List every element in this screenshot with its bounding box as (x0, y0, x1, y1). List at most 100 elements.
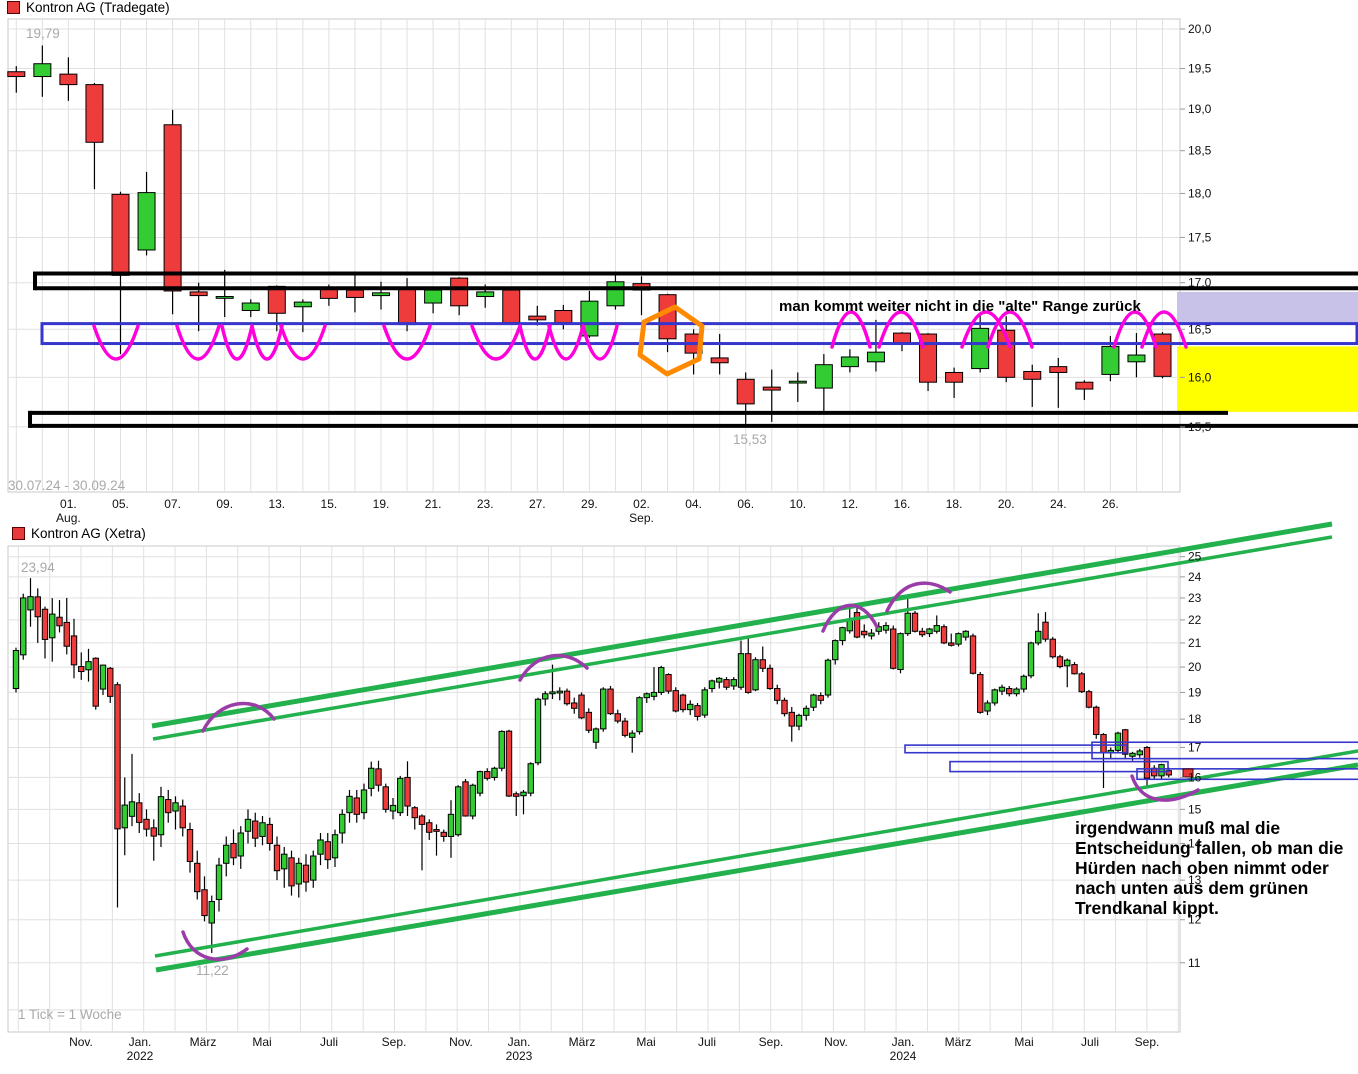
candle (318, 833, 323, 865)
candle-body (956, 634, 961, 645)
candle-body (202, 890, 207, 916)
x-axis-month-label: Sep. (629, 511, 654, 525)
candle-body (485, 772, 490, 779)
candle (1072, 662, 1077, 674)
x-axis-label: 26. (1102, 497, 1119, 511)
candle (282, 847, 287, 888)
candle-body (963, 631, 968, 637)
candle (555, 305, 572, 329)
candle (825, 658, 830, 697)
candle-body (253, 821, 258, 838)
candle (434, 824, 439, 855)
candle-body (173, 803, 178, 811)
candle-body (934, 626, 939, 632)
candle-body (920, 631, 925, 634)
candle (731, 677, 736, 690)
candle (579, 692, 584, 719)
candle (470, 784, 475, 820)
y-axis-label: 15 (1188, 802, 1202, 816)
candle (34, 45, 51, 96)
candle (564, 689, 569, 706)
candle (717, 677, 722, 688)
candle (311, 851, 316, 888)
candle (557, 687, 562, 700)
candle (1101, 733, 1106, 788)
candle-body (274, 845, 279, 870)
x-axis-year-label: 2023 (506, 1049, 533, 1063)
candle-body (1065, 660, 1070, 666)
candle-body (100, 665, 105, 689)
candle (477, 771, 482, 797)
candle-body (354, 798, 359, 814)
candle-body (869, 633, 874, 636)
x-axis-label: 16. (894, 497, 911, 511)
candle (1007, 686, 1012, 696)
candle-body (883, 626, 888, 631)
candle-body (86, 85, 103, 143)
candle-body (659, 668, 664, 693)
candle (1128, 333, 1145, 377)
candle (347, 790, 352, 823)
y-axis-label: 18 (1188, 712, 1202, 726)
tradegate-high-label: 19,79 (26, 26, 60, 41)
candle (695, 703, 700, 721)
x-axis-label: März (945, 1035, 972, 1049)
candle-body (86, 662, 91, 670)
x-axis-label: Mai (1014, 1035, 1033, 1049)
plot-frame (8, 546, 1180, 1032)
candle-body (448, 814, 453, 836)
candle (340, 809, 345, 843)
candle (811, 694, 816, 711)
candle-body (238, 833, 243, 856)
candle-body (894, 333, 911, 343)
candle (50, 598, 55, 662)
candle (158, 787, 163, 847)
candle (934, 615, 939, 633)
candle-body (347, 796, 352, 812)
candle-body (463, 782, 468, 816)
candle-body (398, 778, 403, 812)
candle (949, 634, 954, 647)
y-axis-label: 19,5 (1188, 62, 1212, 76)
candle-body (1014, 689, 1019, 694)
candle (216, 858, 221, 912)
candle-body (854, 613, 859, 638)
candle-body (978, 675, 983, 713)
candle-body (753, 660, 758, 690)
candle (1057, 655, 1062, 668)
candle-body (615, 714, 620, 721)
candle (376, 761, 381, 792)
candle (615, 710, 620, 724)
candle (673, 687, 678, 712)
x-axis-label: Mai (252, 1035, 271, 1049)
candle (245, 809, 250, 843)
x-axis-label: 09. (216, 497, 233, 511)
candle-body (267, 824, 272, 843)
candle (267, 818, 272, 851)
candle (680, 694, 685, 713)
candle-body (1036, 631, 1041, 643)
candle (651, 667, 656, 700)
candle-body (115, 685, 120, 829)
candle-body (898, 634, 903, 670)
candle (818, 692, 823, 704)
candle (978, 672, 983, 714)
candle-body (637, 698, 642, 732)
candle (346, 273, 363, 313)
candle-body (405, 777, 410, 806)
candle-body (1043, 622, 1048, 639)
xetra-annotation-line: Entscheidung fallen, ob man die (1075, 838, 1343, 858)
candle-body (949, 643, 954, 645)
candle (514, 792, 519, 816)
candle-body (28, 597, 33, 610)
candle-body (738, 654, 743, 688)
candle (622, 718, 627, 738)
candle (187, 823, 192, 873)
x-axis-label: Juli (698, 1035, 716, 1049)
candle-body (260, 823, 265, 837)
candle (325, 833, 330, 869)
candle (1050, 358, 1067, 408)
candle-body (905, 613, 910, 633)
y-axis-label: 16,0 (1188, 370, 1212, 384)
candle (607, 275, 624, 309)
